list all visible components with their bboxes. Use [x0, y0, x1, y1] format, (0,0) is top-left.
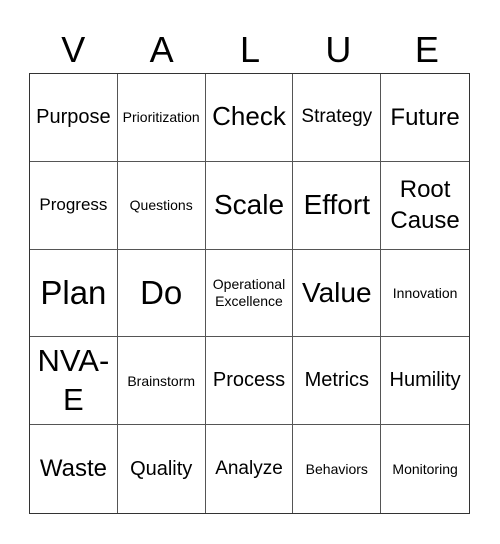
bingo-cell[interactable]: Check	[205, 74, 294, 162]
header-letter: V	[61, 29, 86, 70]
bingo-cell[interactable]: Innovation	[381, 250, 469, 338]
bingo-cell[interactable]: Quality	[118, 425, 206, 513]
bingo-cell[interactable]: Operational Excellence	[205, 249, 294, 338]
bingo-cell[interactable]: Metrics	[293, 337, 382, 426]
header-letter: U	[325, 29, 352, 70]
bingo-cell[interactable]: Prioritization	[117, 74, 206, 162]
bingo-cell[interactable]: Scale	[205, 161, 294, 250]
bingo-cell[interactable]: Waste	[30, 425, 118, 513]
bingo-cell[interactable]: Future	[381, 74, 469, 162]
bingo-cell[interactable]: Analyze	[206, 425, 294, 513]
bingo-cell[interactable]: Do	[117, 249, 206, 338]
bingo-cell[interactable]: Behaviors	[293, 425, 382, 513]
bingo-cell[interactable]: Value	[293, 249, 382, 338]
bingo-header: V A L U E	[29, 26, 471, 74]
bingo-cell[interactable]: Questions	[117, 161, 206, 250]
header-letter: L	[240, 29, 261, 70]
bingo-cell[interactable]: NVA-E	[30, 337, 118, 426]
bingo-cell[interactable]: Root Cause	[381, 162, 469, 250]
bingo-cell[interactable]: Progress	[30, 161, 118, 250]
bingo-grid: Purpose Prioritization Check Strategy Fu…	[29, 73, 470, 514]
bingo-cell[interactable]: Purpose	[30, 74, 118, 162]
header-letter: E	[414, 29, 439, 70]
bingo-cell[interactable]: Plan	[30, 249, 118, 338]
header-letter: A	[149, 29, 174, 70]
bingo-cell[interactable]: Process	[205, 337, 294, 426]
bingo-cell[interactable]: Humility	[381, 337, 469, 426]
bingo-cell[interactable]: Brainstorm	[117, 337, 206, 426]
bingo-cell[interactable]: Effort	[293, 161, 382, 250]
bingo-cell[interactable]: Strategy	[293, 74, 382, 162]
bingo-cell[interactable]: Monitoring	[381, 425, 469, 513]
